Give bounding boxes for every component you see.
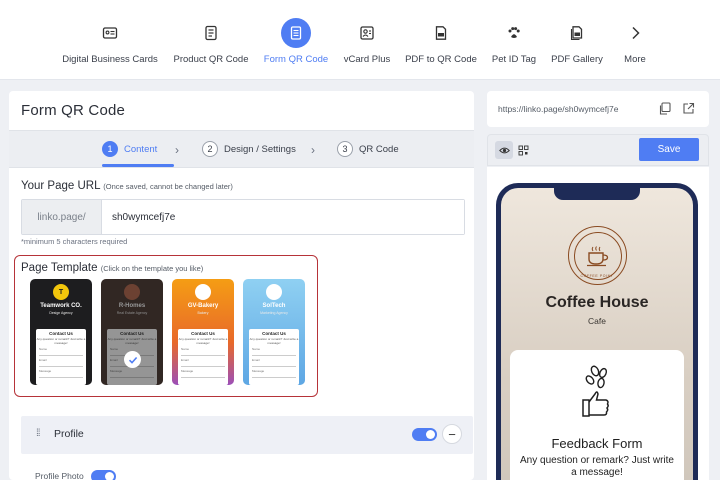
- check-icon: [124, 351, 141, 368]
- collapse-button[interactable]: −: [442, 424, 462, 444]
- field-label: Message: [39, 369, 52, 373]
- page-url-input[interactable]: [102, 200, 464, 234]
- template-name: GV-Bakery: [187, 303, 219, 309]
- id-card-icon: [95, 18, 125, 48]
- field-label: Email: [252, 358, 260, 362]
- template-r-homes[interactable]: R-Homes Real Estate Agency Contact Us An…: [101, 279, 163, 385]
- page-template-note: (Click on the template you like): [100, 264, 204, 273]
- template-card-subtitle: Any question or remark? Just write a mes…: [249, 337, 299, 345]
- template-teamwork[interactable]: T Teamwork CO. Design Agency Contact Us …: [30, 279, 92, 385]
- url-hint: *minimum 5 characters required: [21, 237, 128, 246]
- phone-preview-area: COFFEE POINT Coffee House Cafe Feedback …: [487, 167, 709, 480]
- external-link-icon[interactable]: [682, 102, 695, 115]
- profile-photo-label: Profile Photo: [35, 471, 84, 480]
- business-category: Cafe: [588, 316, 606, 326]
- nav-label: Digital Business Cards: [62, 54, 158, 65]
- template-logo: T: [53, 284, 69, 300]
- nav-item-more[interactable]: More: [580, 18, 690, 65]
- template-card-subtitle: Any question or remark? Just write a mes…: [178, 337, 228, 345]
- profile-section-header[interactable]: ⁞⁞ Profile −: [21, 416, 473, 454]
- nav-item-digital-business-cards[interactable]: Digital Business Cards: [55, 18, 165, 65]
- step-tabs: 1 Content › 2 Design / Settings › 3 QR C…: [9, 130, 474, 168]
- url-prefix: linko.page/: [22, 200, 102, 234]
- template-card-title: Contact Us: [262, 331, 286, 336]
- step-label: Design / Settings: [224, 143, 296, 155]
- phone-notch: [554, 188, 640, 200]
- tab-design-settings[interactable]: 2 Design / Settings: [202, 141, 296, 157]
- page-template-label: Page Template: [21, 262, 98, 274]
- pdf-icon: [426, 18, 456, 48]
- form-title: Feedback Form: [551, 436, 643, 451]
- page-template-heading: Page Template (Click on the template you…: [21, 262, 203, 274]
- qr-mode-button[interactable]: [514, 141, 532, 159]
- drag-handle-icon[interactable]: ⁞⁞: [36, 428, 40, 439]
- field-label: Message: [181, 369, 194, 373]
- editor-panel: Form QR Code 1 Content › 2 Design / Sett…: [9, 91, 474, 480]
- template-name: Teamwork CO.: [40, 303, 82, 309]
- profile-label: Profile: [54, 428, 84, 440]
- template-card-title: Contact Us: [49, 331, 73, 336]
- nav-label: Product QR Code: [173, 54, 249, 65]
- preview-toolbar: Save: [487, 134, 709, 166]
- page-url-heading: Your Page URL (Once saved, cannot be cha…: [21, 180, 233, 192]
- save-button[interactable]: Save: [639, 138, 699, 161]
- step-number: 2: [202, 141, 218, 157]
- thumbs-up-icon: [582, 365, 609, 417]
- feedback-form-card: Feedback Form Any question or remark? Ju…: [510, 350, 684, 480]
- page-url-label: Your Page URL: [21, 180, 101, 192]
- template-card: Contact Us Any question or remark? Just …: [178, 329, 228, 385]
- page-url-field: linko.page/: [21, 199, 465, 235]
- preview-url: https://linko.page/sh0wymcefj7e: [498, 104, 619, 114]
- tab-qr-code[interactable]: 3 QR Code: [337, 141, 399, 157]
- chevron-right-icon: ›: [175, 143, 179, 157]
- page-url-note: (Once saved, cannot be changed later): [103, 182, 233, 191]
- field-label: Email: [39, 358, 47, 362]
- preview-mode-button[interactable]: [495, 141, 513, 159]
- template-subtitle: Marketing Agency: [260, 311, 288, 315]
- template-gv-bakery[interactable]: GV-Bakery Bakery Contact Us Any question…: [172, 279, 234, 385]
- template-card-title: Contact Us: [191, 331, 215, 336]
- qr-code-icon: [518, 145, 528, 155]
- template-subtitle: Bakery: [197, 311, 209, 315]
- template-soltech[interactable]: SolTech Marketing Agency Contact Us Any …: [243, 279, 305, 385]
- step-label: Content: [124, 143, 158, 155]
- field-label: Email: [181, 358, 189, 362]
- page-title: Form QR Code: [21, 102, 126, 119]
- profile-photo-toggle[interactable]: [91, 470, 116, 480]
- template-name: SolTech: [262, 303, 286, 309]
- step-number: 1: [102, 141, 118, 157]
- step-number: 3: [337, 141, 353, 157]
- chevron-right-icon: ›: [311, 143, 315, 157]
- step-label: QR Code: [359, 143, 399, 155]
- tab-content[interactable]: 1 Content: [102, 141, 157, 157]
- template-card: Contact Us Any question or remark? Just …: [249, 329, 299, 385]
- template-logo: [266, 284, 282, 300]
- nav-label: More: [624, 54, 646, 65]
- field-label: Name: [252, 347, 261, 351]
- active-tab-indicator: [102, 164, 174, 167]
- form-subtitle: Any question or remark? Just write a mes…: [520, 455, 674, 478]
- field-label: Message: [252, 369, 265, 373]
- template-subtitle: Design Agency: [49, 311, 73, 315]
- chevron-right-icon: [620, 18, 650, 48]
- logo-text: COFFEE POINT: [580, 274, 614, 278]
- document-icon: [281, 18, 311, 48]
- template-logo: [195, 284, 211, 300]
- copy-icon[interactable]: [658, 102, 671, 115]
- business-name: Coffee House: [545, 294, 649, 311]
- eye-icon: [498, 147, 510, 153]
- barcode-icon: [196, 18, 226, 48]
- contact-card-icon: [352, 18, 382, 48]
- field-label: Name: [39, 347, 48, 351]
- template-card-subtitle: Any question or remark? Just write a mes…: [36, 337, 86, 345]
- field-label: Name: [181, 347, 190, 351]
- phone-mockup: COFFEE POINT Coffee House Cafe Feedback …: [496, 183, 698, 480]
- preview-url-bar: https://linko.page/sh0wymcefj7e: [487, 91, 709, 127]
- profile-toggle[interactable]: [412, 428, 437, 441]
- nav-label: vCard Plus: [343, 54, 391, 65]
- top-navigation: Digital Business Cards Product QR Code F…: [0, 0, 720, 80]
- selected-overlay: [101, 279, 163, 385]
- template-card: Contact Us Any question or remark? Just …: [36, 329, 86, 385]
